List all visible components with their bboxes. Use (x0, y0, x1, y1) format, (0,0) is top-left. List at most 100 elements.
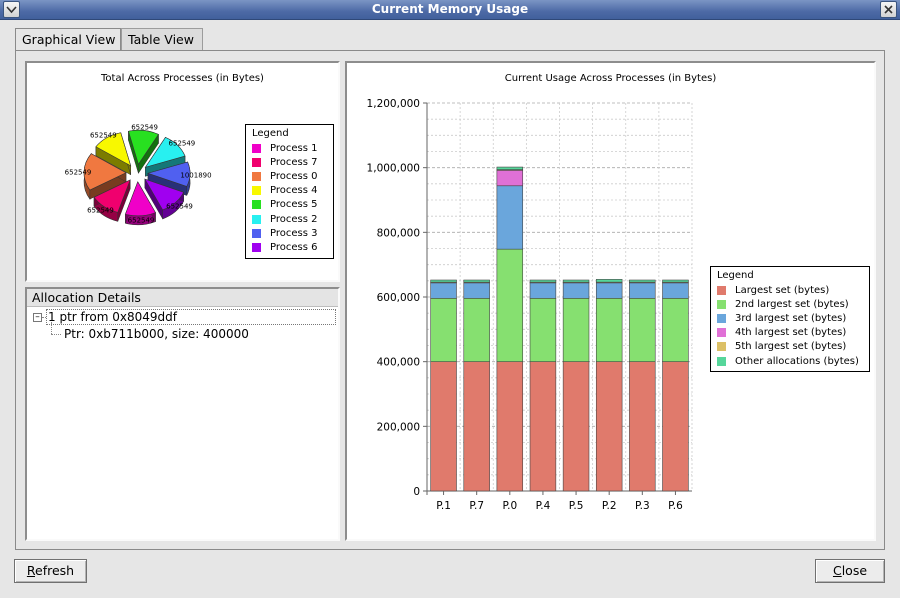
tab-graphical-view[interactable]: Graphical View (15, 28, 121, 51)
legend-swatch (252, 186, 261, 196)
bar-segment-other-allocations-bytes (430, 279, 457, 283)
legend-swatch (252, 200, 261, 210)
legend-swatch (717, 342, 726, 352)
y-tick-label: 600,000 (377, 292, 420, 304)
legend-swatch (717, 313, 726, 323)
bar-segment-largest-set-bytes (562, 361, 590, 492)
close-mnemonic: C (832, 563, 842, 578)
bar-legend-title: Legend (717, 270, 754, 281)
tree-collapse-toggle[interactable]: – (33, 313, 42, 322)
pie-chart: 652549 652549 652549 652549 652549 652549 1001… (65, 124, 212, 226)
bar-segment-3rd-largest-set-bytes (463, 282, 490, 299)
bar-segment-other-allocations-bytes (629, 279, 656, 283)
pie-slice-label: 652549 (128, 217, 155, 225)
x-tick-label: P.1 (436, 500, 451, 512)
pie-slice-label: 1001890 (180, 171, 211, 179)
bar-segment-3rd-largest-set-bytes (662, 282, 689, 299)
bar-segment-2nd-largest-set-bytes (595, 297, 623, 362)
legend-label: Process 1 (270, 142, 318, 154)
close-button[interactable]: Close (815, 559, 885, 583)
bar-segment-3rd-largest-set-bytes (595, 282, 623, 299)
bar-segment-other-allocations-bytes (662, 279, 689, 283)
legend-swatch (252, 157, 261, 167)
bar-segment-4th-largest-set-bytes (496, 169, 524, 187)
bar-segment-other-allocations-bytes (529, 279, 557, 283)
legend-label: Process 4 (270, 185, 318, 197)
pie-slice-label: 652549 (166, 202, 193, 210)
bar-segment-other-allocations-bytes (562, 279, 590, 283)
bar-segment-2nd-largest-set-bytes (430, 297, 457, 362)
legend-label: Largest set (bytes) (735, 284, 830, 296)
graphical-view-panel: Total Across Processes (in Bytes) 652549… (15, 50, 885, 550)
bar-segment-2nd-largest-set-bytes (463, 297, 490, 362)
bar-chart-pane: Current Usage Across Processes (in Bytes… (345, 61, 876, 541)
bar-segment-2nd-largest-set-bytes (496, 248, 524, 362)
tree-item-root[interactable]: 1 ptr from 0x8049ddf (46, 309, 336, 325)
legend-swatch (252, 228, 261, 238)
window-titlebar[interactable]: Current Memory Usage (0, 0, 900, 20)
bar-segment-largest-set-bytes (662, 361, 689, 492)
window-title: Current Memory Usage (371, 2, 529, 16)
legend-swatch (252, 214, 261, 224)
allocation-details-header: Allocation Details (27, 289, 338, 307)
y-tick-label: 800,000 (377, 227, 420, 239)
refresh-label: efresh (35, 563, 75, 578)
legend-label: Other allocations (bytes) (735, 355, 859, 367)
pie-slice-label: 652549 (169, 140, 196, 148)
legend-label: Process 3 (270, 227, 318, 239)
bar-legend: Legend Largest set (bytes) 2nd largest se… (710, 266, 870, 373)
y-tick-label: 200,000 (377, 421, 420, 433)
x-tick-label: P.7 (469, 500, 484, 512)
pie-legend-item: Process 5 (252, 198, 327, 212)
close-label: lose (841, 563, 868, 578)
legend-label: Process 5 (270, 199, 318, 211)
x-tick-label: P.2 (602, 500, 617, 512)
bar-segment-2nd-largest-set-bytes (629, 297, 656, 362)
bar-segment-largest-set-bytes (629, 361, 656, 492)
bar-segment-2nd-largest-set-bytes (662, 297, 689, 362)
tree-item-child[interactable]: Ptr: 0xb711b000, size: 400000 (64, 327, 249, 341)
bar-segment-3rd-largest-set-bytes (430, 282, 457, 299)
bar-legend-item: 2nd largest set (bytes) (717, 297, 863, 311)
close-icon (884, 5, 893, 14)
pie-legend-item: Process 0 (252, 169, 327, 183)
legend-label: 2nd largest set (bytes) (735, 298, 849, 310)
tab-table-view[interactable]: Table View (121, 28, 203, 50)
bar-segment-other-allocations-bytes (496, 166, 524, 170)
bar-chart: 0 200,000 400,000 600,000 800,000 1,000,000 1,… (367, 98, 693, 512)
bar-legend-item: 4th largest set (bytes) (717, 326, 863, 340)
legend-swatch (252, 143, 261, 153)
bar-segment-2nd-largest-set-bytes (562, 297, 590, 362)
pie-legend-item: Process 4 (252, 184, 327, 198)
pie-legend-title: Legend (252, 128, 289, 139)
legend-label: Process 6 (270, 241, 318, 253)
y-tick-label: 1,200,000 (367, 98, 420, 110)
pie-legend: Legend Process 1 Process 7 Process 0 Proces… (245, 124, 334, 259)
legend-swatch (252, 171, 261, 181)
pie-legend-item: Process 1 (252, 141, 327, 155)
bar-segment-3rd-largest-set-bytes (496, 185, 524, 250)
pie-chart-pane: Total Across Processes (in Bytes) 652549… (25, 61, 340, 282)
window-close-button[interactable] (880, 1, 897, 18)
pie-legend-item: Process 2 (252, 212, 327, 226)
x-tick-label: P.5 (569, 500, 584, 512)
x-tick-label: P.6 (668, 500, 683, 512)
bar-segment-largest-set-bytes (463, 361, 490, 492)
y-tick-label: 400,000 (377, 357, 420, 369)
pie-legend-item: Process 6 (252, 240, 327, 254)
bar-segment-other-allocations-bytes (463, 279, 490, 283)
bar-legend-item: 5th largest set (bytes) (717, 340, 863, 354)
bar-segment-largest-set-bytes (595, 361, 623, 492)
pie-slice-label: 652549 (87, 207, 114, 215)
legend-label: 5th largest set (bytes) (735, 341, 847, 353)
pie-chart-title: Total Across Processes (in Bytes) (101, 73, 264, 84)
x-tick-label: P.3 (635, 500, 650, 512)
allocation-details-pane: Allocation Details – 1 ptr from 0x8049dd… (25, 287, 340, 541)
x-tick-label: P.0 (502, 500, 517, 512)
legend-label: 4th largest set (bytes) (735, 327, 847, 339)
refresh-button[interactable]: Refresh (14, 559, 87, 583)
y-tick-label: 0 (413, 486, 420, 498)
legend-swatch (252, 242, 261, 252)
bar-segment-3rd-largest-set-bytes (529, 282, 557, 299)
legend-swatch (717, 285, 726, 295)
